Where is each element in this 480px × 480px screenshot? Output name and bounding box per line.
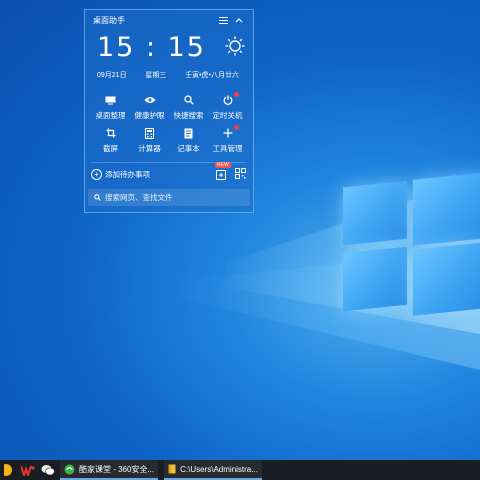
clock-time: 15 : 15 [97,32,206,63]
add-circle-icon: + [91,168,102,180]
wps-office-icon[interactable] [20,462,36,478]
weekday-text: 星期三 [145,72,167,79]
widget-header: 桌面助手 [85,10,253,30]
windows-logo-wallpaper [343,172,480,316]
lunar-date-text: 壬寅•虎•八月廿六 [185,72,239,79]
tool-label: 截屏 [103,144,118,153]
sun-weather-icon[interactable] [225,36,245,56]
tool-notepad[interactable]: 记事本 [169,127,208,154]
wechat-icon[interactable] [40,462,56,478]
eye-icon [143,94,157,106]
folder-icon [168,464,176,474]
add-todo-label: 添加待办事项 [105,169,150,179]
crop-icon [104,127,118,139]
taskbar-app-360-browser[interactable]: 酷家课堂 - 360安全... [60,460,159,480]
search-placeholder: 搜索网页、查找文件 [105,193,173,202]
tool-label: 桌面整理 [95,111,126,120]
calculator-icon [143,127,157,139]
calendar-add-icon[interactable] [216,169,227,180]
tool-label: 定时关机 [212,111,243,120]
tool-calculator[interactable]: 计算器 [130,127,169,154]
new-badge: NEW [215,162,231,168]
notepad-icon [182,127,196,139]
taskbar-app-label: 酷家课堂 - 360安全... [79,464,155,474]
tool-quick-search[interactable]: 快捷搜索 [169,94,208,121]
date-text: 09月21日 [97,72,127,79]
todo-row: + 添加待办事项 NEW [85,162,253,185]
tool-desktop-organize[interactable]: 桌面整理 [91,94,130,121]
qr-code-icon[interactable] [235,168,246,179]
search-icon [182,94,196,106]
chevron-up-icon[interactable] [233,14,245,26]
menu-icon[interactable] [217,14,229,26]
tool-label: 健康护眼 [134,111,165,120]
tool-label: 快捷搜索 [173,111,204,120]
browser-360-icon [64,464,75,475]
tool-label: 计算器 [138,144,161,153]
widget-title: 桌面助手 [93,15,125,25]
search-input[interactable]: 搜索网页、查找文件 [88,189,250,206]
tool-label: 记事本 [177,144,200,153]
tool-scheduled-shutdown[interactable]: 定时关机 [208,92,247,121]
taskbar-app-label: C:\Users\Administra... [180,464,258,474]
add-todo-button[interactable]: + 添加待办事项 [91,168,150,180]
browser-icon[interactable] [0,462,16,478]
taskbar: 酷家课堂 - 360安全... C:\Users\Administra... [0,460,480,480]
notification-dot [234,92,239,97]
tools-grid: 桌面整理 健康护眼 快捷搜索 定时关机 截屏 计算器 记事本 工具管理 [85,92,253,154]
tool-eye-care[interactable]: 健康护眼 [130,94,169,121]
power-icon [221,94,235,106]
desktop-assistant-widget: 桌面助手 15 : 15 09月21日 星期三 壬寅•虎•八月廿六 桌面整理 健… [84,9,254,213]
desktop-icon [104,94,118,106]
tool-manage-tools[interactable]: 工具管理 [208,125,247,154]
plus-icon [221,127,235,139]
tool-label: 工具管理 [212,144,243,153]
tool-screenshot[interactable]: 截屏 [91,127,130,154]
search-icon [94,194,101,201]
notification-dot [234,125,239,130]
taskbar-app-file-explorer[interactable]: C:\Users\Administra... [164,460,262,480]
